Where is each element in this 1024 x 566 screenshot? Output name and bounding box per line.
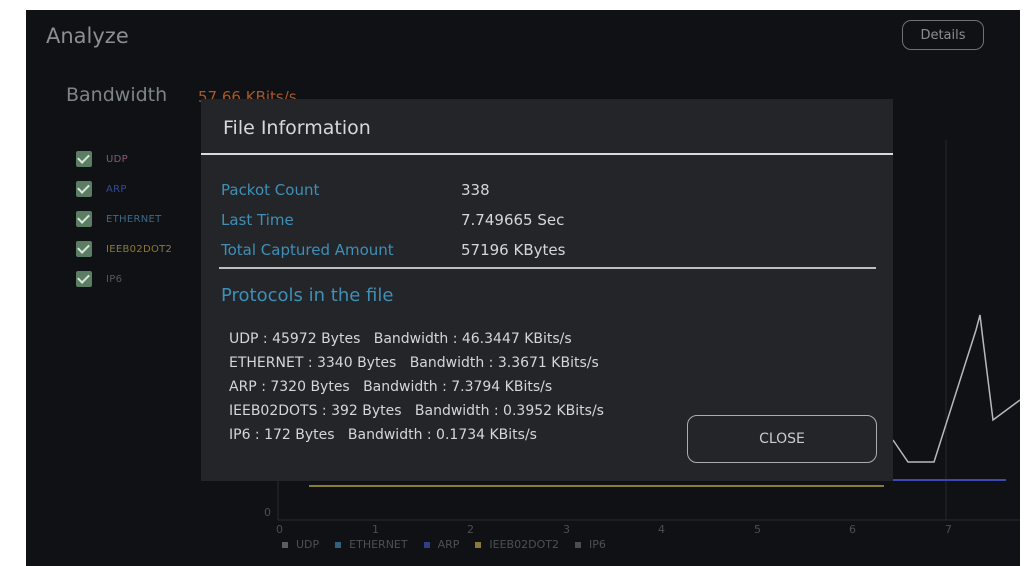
legend-swatch-ethernet bbox=[335, 541, 342, 548]
x-tick-3: 3 bbox=[563, 523, 570, 536]
analyze-screen: Analyze Details Bandwidth 57.66 KBits/s … bbox=[26, 10, 1020, 566]
last-time-value: 7.749665 Sec bbox=[461, 211, 565, 229]
bottom-legend-ieee802dot2: IEEB02DOT2 bbox=[475, 538, 559, 551]
x-tick-2: 2 bbox=[467, 523, 474, 536]
total-captured-value: 57196 KBytes bbox=[461, 241, 566, 259]
bottom-legend-label-ip6: IP6 bbox=[588, 538, 606, 551]
dialog-title-divider bbox=[201, 153, 893, 155]
dialog-title: File Information bbox=[223, 117, 371, 139]
bottom-legend-ip6: IP6 bbox=[574, 538, 606, 551]
bottom-legend-udp: UDP bbox=[282, 538, 319, 551]
chart-bottom-legend: UDP ETHERNET ARP IEEB02DOT2 IP6 bbox=[282, 538, 606, 551]
x-tick-1: 1 bbox=[372, 523, 379, 536]
bottom-legend-ethernet: ETHERNET bbox=[335, 538, 408, 551]
last-time-label: Last Time bbox=[221, 211, 294, 229]
protocol-line-udp: UDP : 45972 Bytes Bandwidth : 46.3447 KB… bbox=[229, 331, 572, 347]
protocol-line-arp: ARP : 7320 Bytes Bandwidth : 7.3794 KBit… bbox=[229, 379, 553, 395]
x-tick-6: 6 bbox=[849, 523, 856, 536]
packet-count-label: Packot Count bbox=[221, 181, 320, 199]
series-udp-line bbox=[892, 314, 1020, 463]
bottom-legend-label-ethernet: ETHERNET bbox=[349, 538, 408, 551]
packet-count-value: 338 bbox=[461, 181, 490, 199]
legend-swatch-arp bbox=[423, 541, 430, 548]
x-tick-5: 5 bbox=[754, 523, 761, 536]
total-captured-label: Total Captured Amount bbox=[221, 241, 394, 259]
protocols-title: Protocols in the file bbox=[221, 285, 394, 306]
x-tick-4: 4 bbox=[658, 523, 665, 536]
x-tick-7: 7 bbox=[945, 523, 952, 536]
protocol-line-ieee802dot2: IEEB02DOTS : 392 Bytes Bandwidth : 0.395… bbox=[229, 403, 604, 419]
protocol-line-ethernet: ETHERNET : 3340 Bytes Bandwidth : 3.3671… bbox=[229, 355, 599, 371]
bottom-legend-label-arp: ARP bbox=[437, 538, 460, 551]
legend-swatch-ieee802dot2 bbox=[475, 541, 482, 548]
bottom-legend-label-udp: UDP bbox=[296, 538, 320, 551]
dialog-section-divider bbox=[219, 267, 876, 269]
x-tick-0: 0 bbox=[276, 523, 283, 536]
close-button[interactable]: CLOSE bbox=[687, 415, 877, 463]
bottom-legend-label-ieee802dot2: IEEB02DOT2 bbox=[489, 538, 559, 551]
file-information-dialog: File Information Packot Count 338 Last T… bbox=[201, 99, 893, 481]
y-tick-0: 0 bbox=[264, 506, 271, 519]
legend-swatch-ip6 bbox=[574, 541, 581, 548]
protocol-line-ip6: IP6 : 172 Bytes Bandwidth : 0.1734 KBits… bbox=[229, 427, 537, 443]
legend-swatch-udp bbox=[282, 541, 288, 548]
bottom-legend-arp: ARP bbox=[423, 538, 460, 551]
